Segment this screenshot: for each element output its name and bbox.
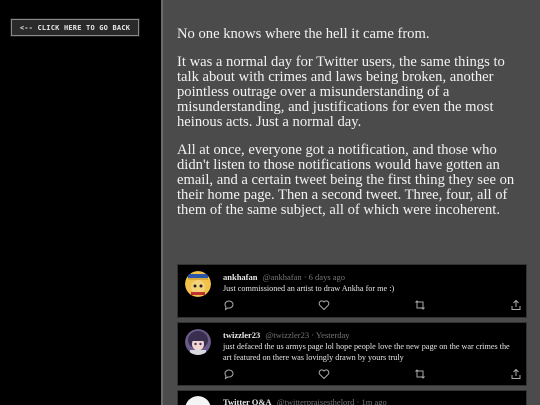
tweet-handle[interactable]: @twitterpraisesthelord · 1m ago bbox=[277, 397, 387, 405]
tweet-header: twizzler23 @twizzler23 · Yesterday bbox=[223, 330, 350, 340]
tweet-card[interactable]: ankhafan @ankhafan · 6 days ago Just com… bbox=[177, 264, 527, 318]
retweet-icon[interactable] bbox=[414, 299, 426, 311]
like-icon[interactable] bbox=[318, 368, 330, 380]
story-paragraph: No one knows where the hell it came from… bbox=[177, 26, 430, 42]
tweet-author-name[interactable]: Twitter Q&A bbox=[223, 397, 272, 405]
retweet-icon[interactable] bbox=[414, 368, 426, 380]
anime-girl-avatar[interactable] bbox=[185, 329, 211, 355]
tweet-card[interactable]: twizzler23 @twizzler23 · Yesterday just … bbox=[177, 322, 527, 386]
tweet-actions bbox=[223, 368, 523, 380]
tweet-handle[interactable]: @ankhafan · 6 days ago bbox=[263, 272, 345, 282]
share-icon[interactable] bbox=[510, 299, 522, 311]
share-icon[interactable] bbox=[510, 368, 522, 380]
back-button[interactable]: <-- CLICK HERE TO GO BACK bbox=[10, 18, 140, 37]
tweet-card[interactable]: Twitter Q&A @twitterpraisesthelord · 1m … bbox=[177, 390, 527, 405]
story-paragraph: All at once, everyone got a notification… bbox=[177, 142, 515, 218]
story-paragraph: It was a normal day for Twitter users, t… bbox=[177, 54, 505, 130]
story-text: No one knows where the hell it came from… bbox=[177, 27, 529, 231]
tweet-text: just defaced the us armys page lol hope … bbox=[223, 342, 510, 362]
story-panel: No one knows where the hell it came from… bbox=[161, 0, 540, 405]
like-icon[interactable] bbox=[318, 299, 330, 311]
tweet-header: ankhafan @ankhafan · 6 days ago bbox=[223, 272, 345, 282]
tweet-author-name[interactable]: ankhafan bbox=[223, 272, 258, 282]
tweet-text: Just commissioned an artist to draw Ankh… bbox=[223, 284, 395, 293]
tweet-handle[interactable]: @twizzler23 · Yesterday bbox=[265, 330, 349, 340]
default-avatar[interactable] bbox=[185, 396, 211, 405]
ankha-cat-avatar[interactable] bbox=[185, 271, 211, 297]
tweet-actions bbox=[223, 299, 523, 311]
reply-icon[interactable] bbox=[223, 299, 235, 311]
reply-icon[interactable] bbox=[223, 368, 235, 380]
tweet-header: Twitter Q&A @twitterpraisesthelord · 1m … bbox=[223, 397, 387, 405]
tweet-author-name[interactable]: twizzler23 bbox=[223, 330, 260, 340]
